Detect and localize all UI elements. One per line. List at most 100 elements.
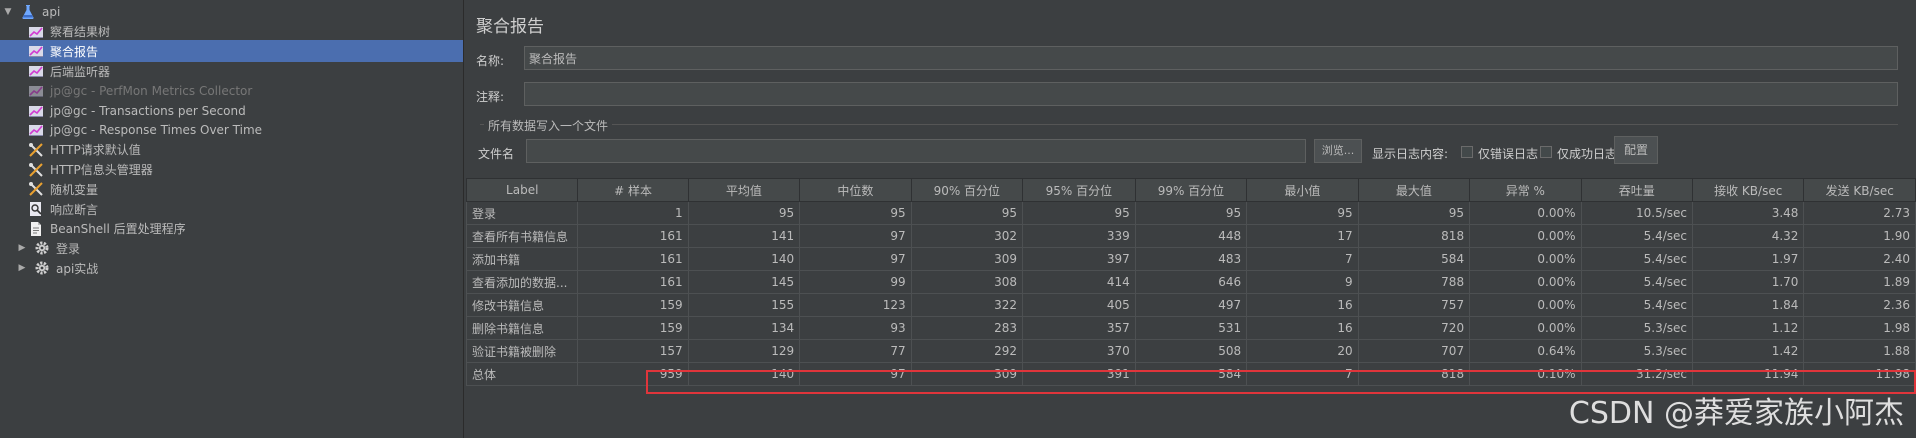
column-header[interactable]: 平均值 [687,178,801,202]
column-header[interactable]: 99% 百分位 [1134,178,1248,202]
tree-item-http-defaults[interactable]: HTTP请求默认值 [0,139,463,161]
table-cell: 2.36 [1803,293,1916,317]
table-cell: 788 [1357,270,1471,294]
column-header[interactable]: 最小值 [1246,178,1359,202]
table-cell: 818 [1357,224,1471,248]
table-cell: 155 [687,293,801,317]
listener-graph-icon [28,43,44,59]
column-header[interactable]: 中位数 [799,178,912,202]
tree-item-random-variable[interactable]: 随机变量 [0,178,463,200]
column-header[interactable]: # 样本 [577,178,689,202]
table-cell: 309 [910,362,1024,386]
row-label-cell: 添加书籍 [465,247,579,271]
table-cell: 95 [799,201,912,225]
tree-root-api[interactable]: ▼ api [0,1,465,23]
table-cell: 161 [577,247,689,271]
table-cell: 97 [799,247,912,271]
tree-item-label: 响应断言 [50,202,99,217]
expand-arrow-icon[interactable]: ▶ [16,263,28,273]
table-row[interactable]: 修改书籍信息 159 155 123 322 405 497 16 757 0.00% 5.4/se… [465,293,1916,317]
table-cell: 10.5/sec [1580,201,1693,225]
table-cell: 95 [1246,201,1359,225]
table-cell: 5.4/sec [1580,293,1693,317]
table-cell: 9 [1246,270,1359,294]
success-only-checkbox[interactable] [1540,146,1552,158]
tree-item-label: jp@gc - Transactions per Second [50,103,246,118]
table-cell: 283 [910,316,1024,340]
tree-item-label: 登录 [56,241,81,256]
tree-item-response-assertion[interactable]: 响应断言 [0,198,463,220]
column-header[interactable]: 异常 % [1469,178,1582,202]
filename-field[interactable] [526,139,1306,163]
table-cell: 818 [1357,362,1471,386]
configure-button[interactable]: 配置 [1614,136,1658,164]
test-plan-tree: ▼ api 察看结果树聚合报告 后端监听器 jp@gc - PerfMon Metric… [0,0,464,438]
table-row[interactable]: 删除书籍信息 159 134 93 283 357 531 16 720 0.00% 5.3/sec… [465,316,1916,340]
success-only-label: 仅成功日志 [1557,147,1618,161]
tree-item-http-header-manager[interactable]: HTTP信息头管理器 [0,159,463,181]
table-header-row: Label # 样本 平均值 中位数 90% 百分位 95% 百分位 99% 百分位 最小值最… [465,178,1916,202]
table-cell: 1.12 [1691,316,1805,340]
table-cell: 5.3/sec [1580,316,1693,340]
browse-button[interactable]: 浏览... [1314,139,1362,163]
table-row[interactable]: 查看所有书籍信息 161 141 97 302 339 448 17 818 0.00% 5.4/s… [465,224,1916,248]
row-label-cell: 查看所有书籍信息 [465,224,579,248]
column-header[interactable]: Label [465,178,579,202]
table-cell: 11.94 [1691,362,1805,386]
table-cell: 0.00% [1469,224,1582,248]
table-cell: 508 [1134,339,1248,363]
column-header[interactable]: 95% 百分位 [1022,178,1136,202]
row-label-cell: 登录 [465,201,579,225]
table-cell: 77 [799,339,912,363]
table-row[interactable]: 查看添加的数据... 161 145 99 308 414 646 9 788 0.00% 5.4/… [465,270,1916,294]
table-cell: 391 [1022,362,1136,386]
panel-title: 聚合报告 [476,17,544,37]
column-header[interactable]: 吞吐量 [1580,178,1693,202]
table-cell: 11.98 [1803,362,1916,386]
tree-item-beanshell-postprocessor[interactable]: BeanShell 后置处理程序 [0,218,463,240]
name-field[interactable] [524,46,1898,70]
tree-item-perfmon-collector[interactable]: jp@gc - PerfMon Metrics Collector [0,80,463,102]
column-header[interactable]: 接收 KB/sec [1691,178,1805,202]
column-header[interactable]: 90% 百分位 [910,178,1024,202]
table-row[interactable]: 验证书籍被删除 157 129 77 292 370 508 20 707 0.64% 5.3/se… [465,339,1916,363]
table-cell: 1.89 [1803,270,1916,294]
listener-graph-icon [28,103,44,119]
tree-item-transactions-per-second[interactable]: jp@gc - Transactions per Second [0,100,463,122]
tree-item-label: 聚合报告 [50,44,99,59]
listener-graph-icon [28,24,44,40]
column-header[interactable]: 最大值 [1357,178,1471,202]
collapse-arrow-icon[interactable]: ▼ [2,7,14,17]
table-cell: 357 [1022,316,1136,340]
table-cell: 145 [687,270,801,294]
table-cell: 7 [1246,247,1359,271]
column-header[interactable]: 发送 KB/sec [1803,178,1916,202]
table-row[interactable]: 添加书籍 161 140 97 309 397 483 7 584 0.00% 5.4/sec 1.9… [465,247,1916,271]
row-label-cell: 查看添加的数据... [465,270,579,294]
table-cell: 17 [1246,224,1359,248]
config-tools-icon [28,162,44,178]
table-cell: 720 [1357,316,1471,340]
listener-graph-icon [28,122,44,138]
tree-item-aggregate-report[interactable]: 聚合报告 [0,40,463,63]
errors-only-label: 仅错误日志 [1478,147,1539,161]
errors-only-checkbox[interactable] [1461,146,1473,158]
tree-item-api-practice-group[interactable]: ▶ api实战 [0,257,463,279]
table-row[interactable]: 登录 1 95 95 95 95 95 95 95 0.00% 10.5/sec 3.48 2.73 [465,201,1916,225]
table-total-row[interactable]: 总体 959 140 97 309 391 584 7 818 0.10% 31.2/sec 11.9… [465,362,1916,386]
table-cell: 0.00% [1469,201,1582,225]
tree-item-backend-listener[interactable]: 后端监听器 [0,60,463,82]
table-cell: 159 [577,316,689,340]
tree-item-label: 察看结果树 [50,25,111,40]
expand-arrow-icon[interactable]: ▶ [16,243,28,253]
tree-item-view-results-tree[interactable]: 察看结果树 [0,21,463,43]
tree-item-response-times[interactable]: jp@gc - Response Times Over Time [0,119,463,141]
tree-item-login-group[interactable]: ▶ 登录 [0,237,463,259]
comment-field[interactable] [524,82,1898,106]
table-cell: 531 [1134,316,1248,340]
table-cell: 31.2/sec [1580,362,1693,386]
table-cell: 0.64% [1469,339,1582,363]
table-cell: 5.3/sec [1580,339,1693,363]
config-tools-icon [28,181,44,197]
row-label-cell: 总体 [465,362,579,386]
